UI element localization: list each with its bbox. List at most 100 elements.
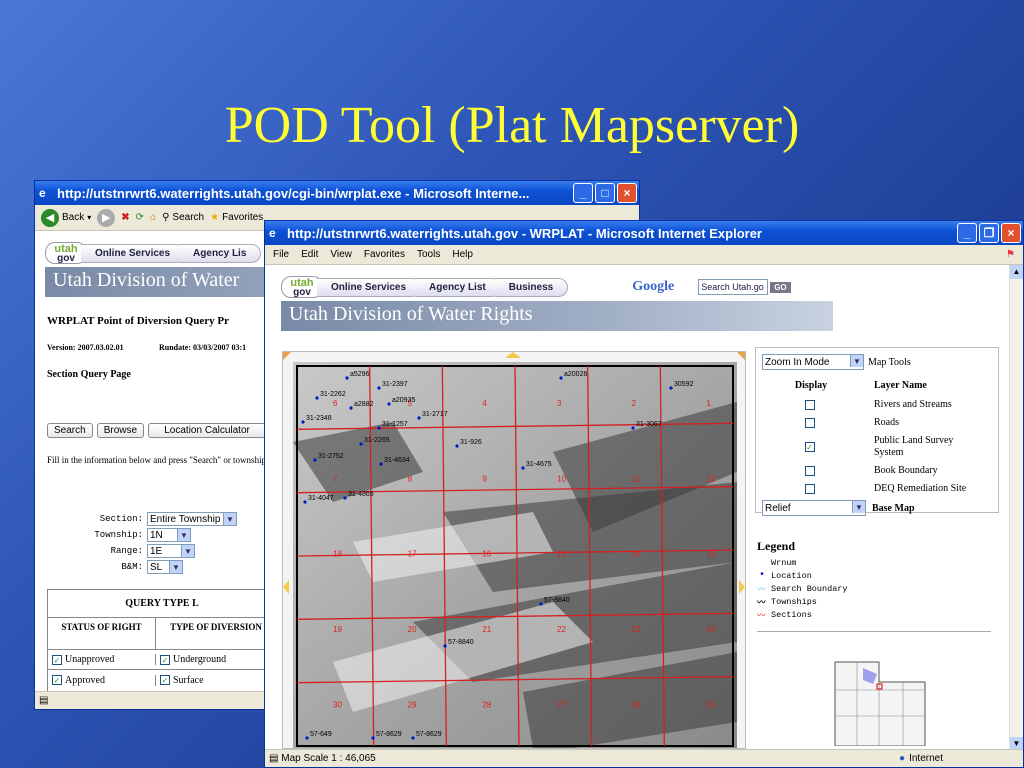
location-point [343, 496, 347, 500]
township-select[interactable]: 1N ▼ [147, 528, 191, 542]
menu-favorites[interactable]: Favorites [364, 249, 405, 260]
scroll-up-icon[interactable]: ▲ [1010, 265, 1023, 279]
wrnum-label: a5296 [350, 371, 370, 378]
layer-checkbox[interactable] [804, 466, 815, 477]
browse-button[interactable]: Browse [96, 423, 145, 438]
minimize-icon[interactable]: _ [573, 183, 593, 203]
back-window-titlebar[interactable]: e http://utstnrwrt6.waterrights.utah.gov… [35, 181, 639, 205]
pan-northwest-icon[interactable] [283, 352, 291, 360]
section-number: 2 [632, 399, 637, 408]
favorites-button[interactable]: ★ Favorites [210, 212, 263, 223]
front-window-titlebar[interactable]: e http://utstnrwrt6.waterrights.utah.gov… [265, 221, 1023, 245]
minimize-icon[interactable]: _ [957, 223, 977, 243]
pan-east-icon[interactable] [739, 580, 745, 594]
location-point [379, 462, 383, 466]
layer-checkbox[interactable] [804, 418, 815, 429]
wrnum-label: 31-4675 [526, 461, 552, 468]
bm-select[interactable]: SL ▼ [147, 560, 183, 574]
location-point [443, 644, 447, 648]
menu-file[interactable]: File [273, 249, 289, 260]
nav-online-services[interactable]: Online Services [317, 277, 422, 297]
stop-button[interactable]: ✖ [121, 212, 129, 223]
layer-name: DEQ Remediation Site [874, 483, 967, 494]
nav-business[interactable]: Business [494, 277, 569, 297]
layer-name: Roads [874, 417, 899, 428]
back-window-title: http://utstnrwrt6.waterrights.utah.gov/c… [57, 185, 530, 201]
home-button[interactable]: ⌂ [150, 212, 156, 223]
location-point [631, 426, 635, 430]
ie-icon: e [269, 226, 276, 240]
section-select[interactable]: Entire Township ▼ [147, 512, 237, 526]
relief-map[interactable]: 6 5 4 3 2 17 8 9 10 11 1218 17 16 15 14 1319 20 21 22 23 243… [293, 362, 737, 748]
location-point [315, 396, 319, 400]
layer-name-header: Layer Name [874, 380, 927, 391]
layer-checkbox[interactable] [804, 484, 815, 495]
section-number: 19 [333, 625, 342, 634]
refresh-button[interactable]: ⟳ [136, 212, 144, 223]
menu-help[interactable]: Help [452, 249, 473, 260]
wrnum-label: 31-2752 [318, 453, 344, 460]
menu-edit[interactable]: Edit [301, 249, 318, 260]
section-number: 15 [557, 550, 566, 559]
location-point [349, 406, 353, 410]
layer-row: DEQ Remediation Site [756, 480, 998, 498]
location-point [411, 736, 415, 740]
section-number: 24 [706, 625, 715, 634]
map-viewport[interactable]: 6 5 4 3 2 1 7 8 9 10 11 12 18 17 16 15 14 13 19 20 21 22 23 24 3… [282, 351, 746, 749]
nav-agency-list[interactable]: Agency List [415, 277, 501, 297]
approved-checkbox[interactable]: ✓ [52, 675, 62, 686]
section-number: 26 [632, 700, 641, 709]
restore-icon[interactable]: ❐ [979, 223, 999, 243]
close-icon[interactable]: × [617, 183, 637, 203]
diversion-column-header: TYPE OF DIVERSION [170, 622, 262, 632]
globe-icon: ● [899, 753, 906, 764]
status-column-header: STATUS OF RIGHT [48, 618, 156, 649]
underground-checkbox[interactable]: ✓ [160, 654, 170, 665]
location-point [371, 736, 375, 740]
go-button[interactable]: GO [770, 281, 791, 293]
wrnum-label: 57-649 [310, 731, 332, 738]
surface-checkbox[interactable]: ✓ [160, 675, 170, 686]
close-icon[interactable]: × [1001, 223, 1021, 243]
pan-north-icon[interactable] [505, 352, 521, 358]
back-button[interactable]: ◀ Back ▾ [41, 208, 91, 227]
layer-row: ✓ Public Land Survey System [756, 432, 998, 462]
base-map-select[interactable]: Relief ▼ [762, 500, 866, 516]
location-calculator-button[interactable]: Location Calculator [148, 423, 267, 438]
menu-view[interactable]: View [330, 249, 352, 260]
range-select[interactable]: 1E ▼ [147, 544, 195, 558]
legend-panel: Legend Wrnum • Location 〰 Search Boundary … [757, 539, 997, 749]
maximize-icon[interactable]: □ [595, 183, 615, 203]
ie-icon: e [39, 186, 46, 200]
nav-agency-list[interactable]: Agency Lis [179, 243, 262, 263]
township-field-row: Township: 1N ▼ [47, 527, 237, 543]
layer-checkbox[interactable]: ✓ [804, 442, 815, 453]
page-scrollbar[interactable]: ▲ ▼ [1009, 265, 1023, 751]
site-search-input[interactable]: Search Utah.go [698, 279, 769, 295]
location-dot-icon: • [758, 570, 765, 581]
search-boundary-icon: 〰 [757, 584, 766, 595]
section-number: 6 [333, 399, 338, 408]
search-button[interactable]: ⚲ Search [162, 212, 204, 223]
layer-row: Book Boundary [756, 462, 998, 480]
layer-checkbox[interactable] [804, 400, 815, 411]
section-number: 18 [333, 550, 342, 559]
menu-tools[interactable]: Tools [417, 249, 440, 260]
wrnum-label: 31-4865 [348, 491, 374, 498]
wrnum-label: 31-2348 [306, 415, 332, 422]
wrnum-label: 57-8629 [416, 731, 442, 738]
section-number: 11 [632, 474, 641, 483]
utah-overview-map[interactable] [833, 660, 943, 747]
unapproved-checkbox[interactable]: ✓ [52, 654, 62, 665]
search-submit-button[interactable]: Search [47, 423, 93, 438]
page-icon: ▤ [39, 695, 49, 706]
layer-row: Rivers and Streams [756, 396, 998, 414]
wrnum-label: a20935 [392, 397, 415, 404]
forward-button[interactable]: ▶ [97, 208, 116, 227]
section-number: 9 [482, 474, 487, 483]
map-mode-select[interactable]: Zoom In Mode ▼ [762, 354, 864, 370]
section-number: 3 [557, 399, 562, 408]
nav-online-services[interactable]: Online Services [81, 243, 186, 263]
pan-northeast-icon[interactable] [737, 352, 745, 360]
pan-west-icon[interactable] [283, 580, 289, 594]
